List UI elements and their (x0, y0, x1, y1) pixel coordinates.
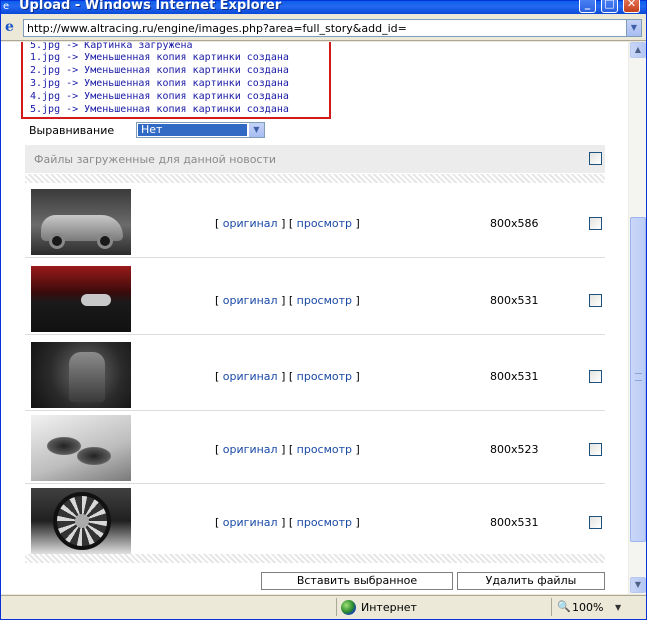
image-dimensions: 800x531 (490, 516, 539, 529)
preview-link[interactable]: просмотр (297, 443, 352, 456)
url-text: http://www.altracing.ru/engine/images.ph… (27, 22, 407, 35)
hub-shape (75, 514, 89, 528)
file-links: [ оригинал ] [ просмотр ] (215, 294, 360, 307)
select-all-checkbox[interactable] (589, 152, 602, 165)
preview-link[interactable]: просмотр (297, 370, 352, 383)
chevron-down-icon[interactable]: ▼ (615, 601, 621, 614)
car-seat-photo-icon[interactable] (31, 342, 131, 408)
divider (25, 174, 605, 183)
pipe-shape (77, 447, 111, 465)
file-links: [ оригинал ] [ просмотр ] (215, 217, 360, 230)
log-line: 4.jpg -> Уменьшенная копия картинки созд… (30, 91, 289, 102)
image-dimensions: 800x586 (490, 217, 539, 230)
scroll-up-icon[interactable]: ▲ (630, 42, 646, 58)
files-header-text: Файлы загруженные для данной новости (34, 153, 277, 166)
delete-files-button[interactable]: Удалить файлы (457, 572, 605, 590)
page-icon: e (5, 19, 14, 35)
car-photo-icon[interactable] (31, 189, 131, 255)
vertical-scrollbar[interactable]: ▲ ▼ (628, 42, 646, 594)
file-row: [ оригинал ] [ просмотр ] 800x531 (25, 484, 605, 557)
wheel-shape (49, 233, 65, 249)
ie-icon: e (3, 1, 10, 12)
align-select[interactable]: Нет ▼ (136, 122, 265, 138)
chevron-down-icon[interactable]: ▼ (249, 123, 264, 137)
ie-window: e Upload - Windows Internet Explorer _ □… (0, 0, 647, 620)
align-label: Выравнивание (29, 124, 115, 137)
image-dimensions: 800x531 (490, 294, 539, 307)
divider (551, 598, 552, 616)
insert-selected-button[interactable]: Вставить выбранное (261, 572, 453, 590)
log-line: 5.jpg -> Уменьшенная копия картинки созд… (30, 104, 289, 115)
log-line: 1.jpg -> Уменьшенная копия картинки созд… (30, 52, 289, 63)
title-bar[interactable]: e Upload - Windows Internet Explorer _ □… (1, 0, 646, 14)
log-line: 3.jpg -> Уменьшенная копия картинки созд… (30, 78, 289, 89)
file-row: [ оригинал ] [ просмотр ] 800x523 (25, 411, 605, 484)
zoom-icon[interactable]: 🔍 (557, 600, 571, 613)
badge-shape (81, 294, 111, 306)
window-title: Upload - Windows Internet Explorer (19, 0, 282, 13)
file-checkbox[interactable] (589, 516, 602, 529)
zoom-level[interactable]: 100% (572, 601, 603, 614)
car-badge-photo-icon[interactable] (31, 266, 131, 332)
original-link[interactable]: оригинал (223, 294, 278, 307)
exhaust-pipes-photo-icon[interactable] (31, 415, 131, 481)
preview-link[interactable]: просмотр (297, 217, 352, 230)
file-checkbox[interactable] (589, 370, 602, 383)
original-link[interactable]: оригинал (223, 516, 278, 529)
preview-link[interactable]: просмотр (297, 516, 352, 529)
globe-icon (341, 600, 356, 615)
wheel-shape (97, 233, 113, 249)
file-checkbox[interactable] (589, 294, 602, 307)
status-bar: Интернет 🔍 100% ▼ (1, 595, 646, 619)
pipe-shape (47, 437, 81, 455)
chevron-down-icon[interactable]: ▼ (626, 20, 641, 36)
scroll-thumb[interactable] (630, 217, 646, 542)
scroll-down-icon[interactable]: ▼ (630, 577, 646, 593)
grip-icon (635, 373, 642, 381)
image-dimensions: 800x523 (490, 443, 539, 456)
file-row: [ оригинал ] [ просмотр ] 800x531 (25, 338, 605, 411)
address-bar: e http://www.altracing.ru/engine/images.… (1, 15, 646, 41)
file-row: [ оригинал ] [ просмотр ] 800x531 (25, 262, 605, 335)
log-line: 5.jpg -> Картинка загружена (30, 42, 193, 51)
original-link[interactable]: оригинал (223, 370, 278, 383)
minimize-button[interactable]: _ (579, 0, 596, 13)
seat-shape (69, 352, 105, 402)
divider (25, 554, 605, 563)
files-header: Файлы загруженные для данной новости (25, 145, 605, 173)
file-row: [ оригинал ] [ просмотр ] 800x586 (25, 185, 605, 258)
maximize-button[interactable]: □ (601, 0, 618, 13)
url-field[interactable]: http://www.altracing.ru/engine/images.ph… (23, 19, 642, 37)
preview-link[interactable]: просмотр (297, 294, 352, 307)
file-links: [ оригинал ] [ просмотр ] (215, 443, 360, 456)
align-selected-value: Нет (138, 124, 247, 136)
upload-log: 5.jpg -> Картинка загружена 1.jpg -> Уме… (21, 42, 331, 119)
file-checkbox[interactable] (589, 217, 602, 230)
page-content: 5.jpg -> Картинка загружена 1.jpg -> Уме… (1, 42, 628, 594)
file-checkbox[interactable] (589, 443, 602, 456)
wheel-rim-photo-icon[interactable] (31, 488, 131, 554)
divider (336, 598, 337, 616)
file-links: [ оригинал ] [ просмотр ] (215, 516, 360, 529)
zone-label: Интернет (361, 601, 417, 614)
close-button[interactable]: ✕ (623, 0, 640, 13)
log-line: 2.jpg -> Уменьшенная копия картинки созд… (30, 65, 289, 76)
original-link[interactable]: оригинал (223, 217, 278, 230)
original-link[interactable]: оригинал (223, 443, 278, 456)
file-links: [ оригинал ] [ просмотр ] (215, 370, 360, 383)
image-dimensions: 800x531 (490, 370, 539, 383)
